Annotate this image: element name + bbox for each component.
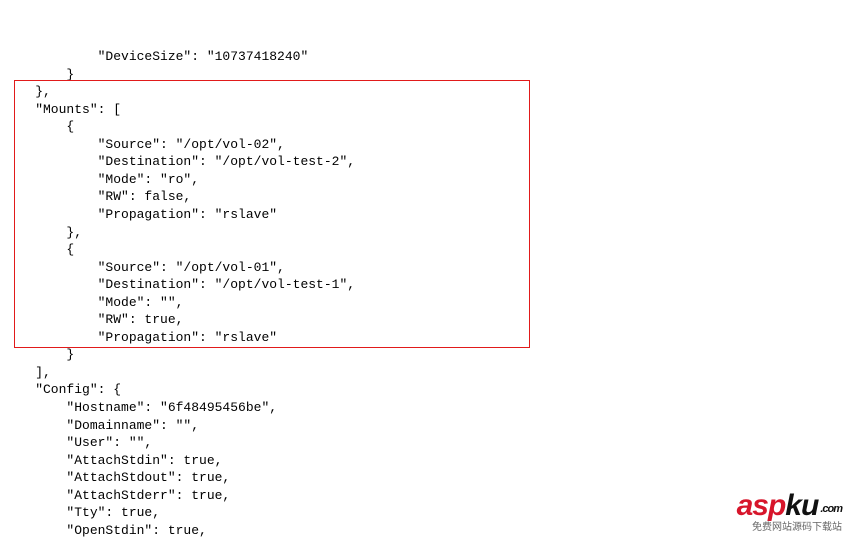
watermark-subtitle: 免费网站源码下载站 [737,523,842,533]
watermark-brand: aspku.com [737,491,842,521]
watermark-tld: .com [820,503,842,515]
code-block: "DeviceSize": "10737418240" } }, "Mounts… [0,0,355,539]
watermark: aspku.com 免费网站源码下载站 [737,491,842,533]
json-output: "DeviceSize": "10737418240" } }, "Mounts… [4,48,355,539]
watermark-brand-red: asp [737,489,786,522]
watermark-brand-black: ku [785,489,818,522]
